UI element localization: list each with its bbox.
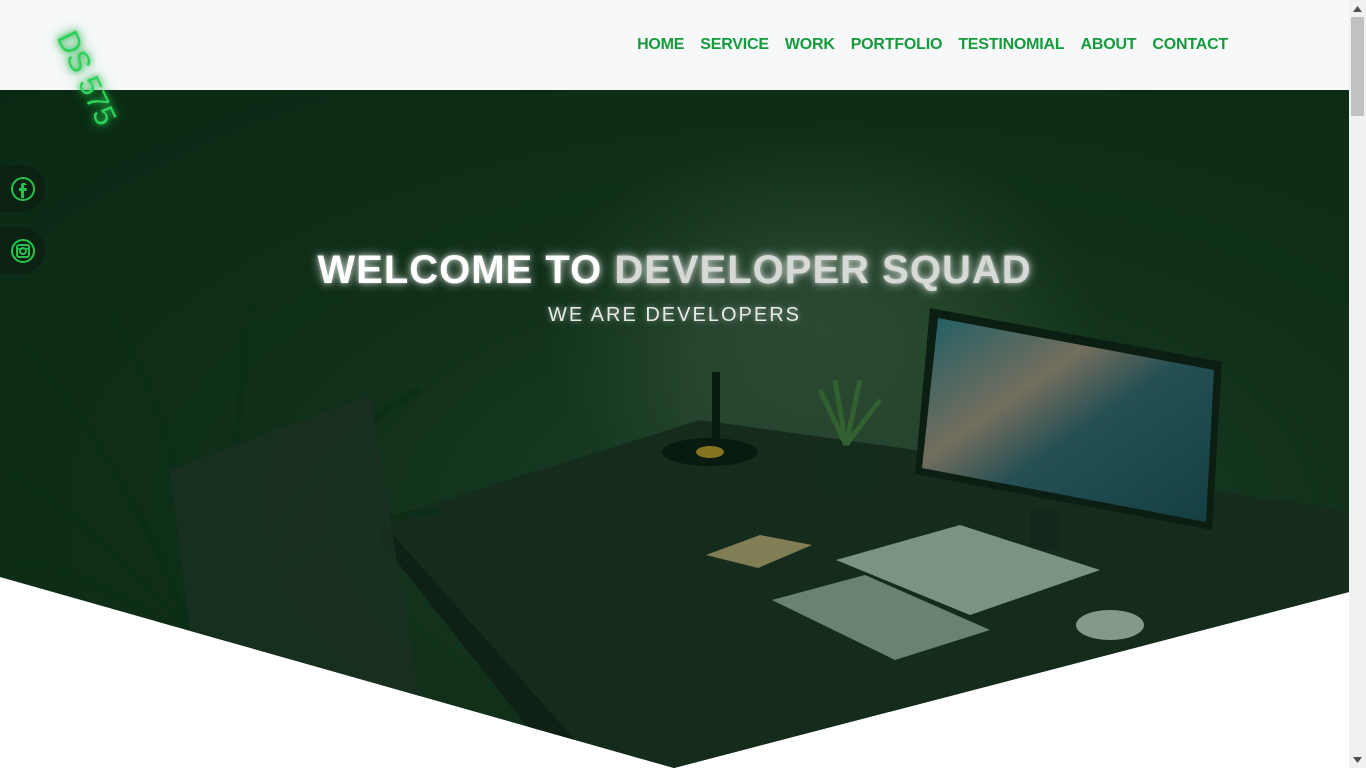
facebook-icon	[10, 176, 35, 201]
nav-work[interactable]: WORK	[785, 35, 835, 55]
nav-testimonial[interactable]: TESTINOMIAL	[958, 35, 1064, 55]
scroll-up-arrow-icon[interactable]	[1349, 0, 1366, 17]
nav-portfolio[interactable]: PORTFOLIO	[851, 35, 943, 55]
page-scrollbar[interactable]	[1349, 0, 1366, 768]
scrollbar-thumb[interactable]	[1351, 17, 1364, 116]
hero-section: WELCOME TO DEVELOPER SQUAD WE ARE DEVELO…	[0, 90, 1349, 768]
social-instagram-button[interactable]	[0, 227, 45, 274]
nav-service[interactable]: SERVICE	[700, 35, 769, 55]
site-header: HOME SERVICE WORK PORTFOLIO TESTINOMIAL …	[0, 0, 1349, 90]
instagram-icon	[10, 238, 35, 263]
nav-about[interactable]: ABOUT	[1080, 35, 1136, 55]
hero-subtitle: WE ARE DEVELOPERS	[548, 304, 801, 326]
hero-overlay	[0, 90, 1349, 768]
scroll-down-arrow-icon[interactable]	[1349, 751, 1366, 768]
hero-title: WELCOME TO DEVELOPER SQUAD	[0, 248, 1349, 293]
hero-title-part2: DEVELOPER SQUAD	[614, 248, 1032, 292]
main-nav: HOME SERVICE WORK PORTFOLIO TESTINOMIAL …	[637, 35, 1228, 55]
hero-title-part1: WELCOME TO	[317, 248, 615, 292]
nav-home[interactable]: HOME	[637, 35, 684, 55]
social-facebook-button[interactable]	[0, 165, 45, 212]
nav-contact[interactable]: CONTACT	[1152, 35, 1228, 55]
